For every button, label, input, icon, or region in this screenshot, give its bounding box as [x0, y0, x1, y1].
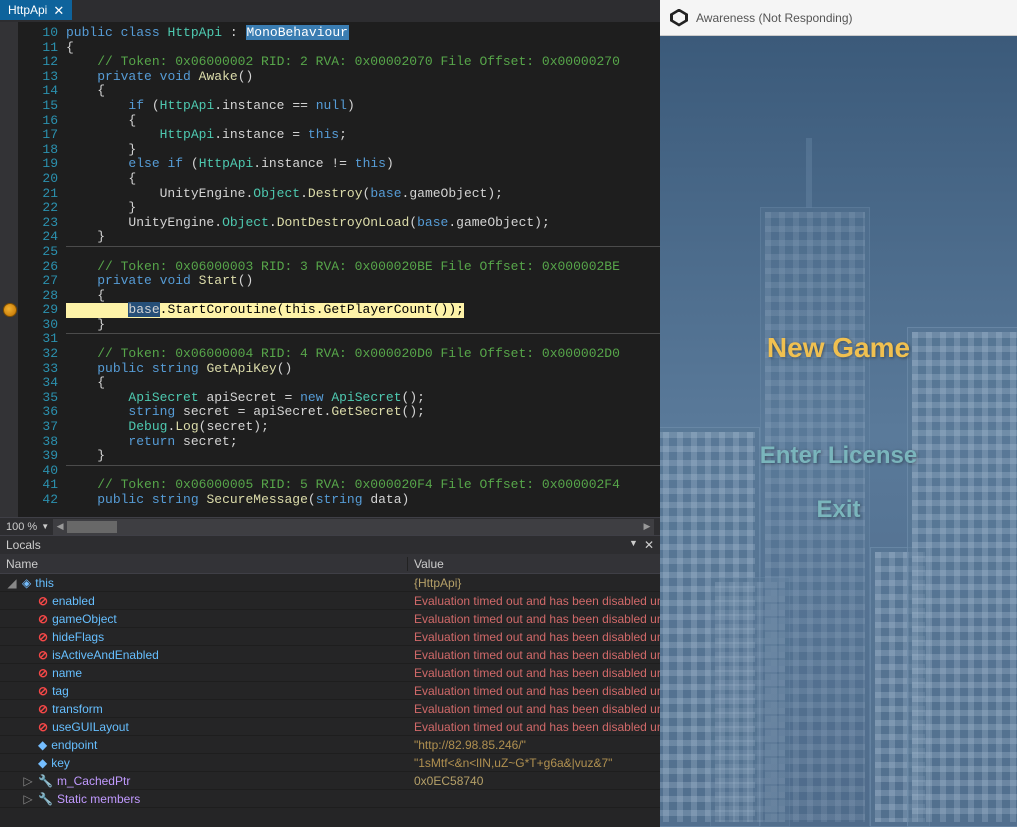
scroll-right-icon[interactable]: ▶: [640, 519, 654, 535]
building-bg: [710, 577, 790, 827]
tab-httpapi[interactable]: HttpApi ✕: [0, 0, 72, 20]
dropdown-icon[interactable]: ▼: [629, 538, 638, 552]
menu-exit[interactable]: Exit: [660, 496, 1017, 524]
h-scrollbar[interactable]: ◀ ▶: [53, 519, 654, 535]
local-row[interactable]: ⊘transformEvaluation timed out and has b…: [0, 700, 660, 718]
breakpoint-gutter[interactable]: [0, 22, 18, 517]
locals-body: ◢◈this{HttpApi}⊘enabledEvaluation timed …: [0, 574, 660, 827]
ide-pane: HttpApi ✕ 101112131415161718192021222324…: [0, 0, 660, 827]
unity-logo-icon: [670, 9, 688, 27]
local-row[interactable]: ▷🔧m_CachedPtr0x0EC58740: [0, 772, 660, 790]
local-row[interactable]: ◆endpoint"http://82.98.85.246/": [0, 736, 660, 754]
menu-new-game[interactable]: New Game: [660, 332, 1017, 364]
code-area[interactable]: public class HttpApi : MonoBehaviour{ //…: [66, 22, 660, 517]
unity-titlebar: Awareness (Not Responding): [660, 0, 1017, 36]
local-row[interactable]: ⊘isActiveAndEnabledEvaluation timed out …: [0, 646, 660, 664]
locals-header: Locals ▼ ✕: [0, 536, 660, 554]
tab-title: HttpApi: [8, 3, 47, 17]
local-row[interactable]: ◆key"1sMtf<&n<lIN,uZ~G*T+g6a&|vuz&7": [0, 754, 660, 772]
locals-columns: Name Value: [0, 554, 660, 574]
locals-panel: Locals ▼ ✕ Name Value ◢◈this{HttpApi}⊘en…: [0, 535, 660, 827]
local-row[interactable]: ⊘enabledEvaluation timed out and has bee…: [0, 592, 660, 610]
tab-bar: HttpApi ✕: [0, 0, 660, 22]
code-editor[interactable]: 1011121314151617181920212223242526272829…: [0, 22, 660, 517]
col-name[interactable]: Name: [0, 557, 408, 571]
zoom-bar: 100 % ▼ ◀ ▶: [0, 517, 660, 535]
scroll-thumb[interactable]: [67, 521, 117, 533]
local-row[interactable]: ⊘hideFlagsEvaluation timed out and has b…: [0, 628, 660, 646]
local-row[interactable]: ◢◈this{HttpApi}: [0, 574, 660, 592]
close-icon[interactable]: ✕: [53, 4, 64, 17]
col-value[interactable]: Value: [408, 557, 660, 571]
local-row[interactable]: ▷🔧Static members: [0, 790, 660, 808]
breakpoint-icon[interactable]: [3, 303, 17, 317]
game-pane: Awareness (Not Responding) New Game Ente…: [660, 0, 1017, 827]
local-row[interactable]: ⊘gameObjectEvaluation timed out and has …: [0, 610, 660, 628]
menu-enter-license[interactable]: Enter License: [660, 442, 1017, 470]
close-icon[interactable]: ✕: [644, 538, 654, 552]
game-area[interactable]: New Game Enter License Exit: [660, 36, 1017, 827]
zoom-dropdown-icon[interactable]: ▼: [41, 522, 49, 531]
unity-title: Awareness (Not Responding): [696, 11, 853, 25]
local-row[interactable]: ⊘nameEvaluation timed out and has been d…: [0, 664, 660, 682]
zoom-level[interactable]: 100 %: [6, 521, 37, 533]
locals-title: Locals: [6, 538, 41, 552]
building-bg: [907, 327, 1017, 827]
scroll-left-icon[interactable]: ◀: [53, 519, 67, 535]
local-row[interactable]: ⊘tagEvaluation timed out and has been di…: [0, 682, 660, 700]
local-row[interactable]: ⊘useGUILayoutEvaluation timed out and ha…: [0, 718, 660, 736]
